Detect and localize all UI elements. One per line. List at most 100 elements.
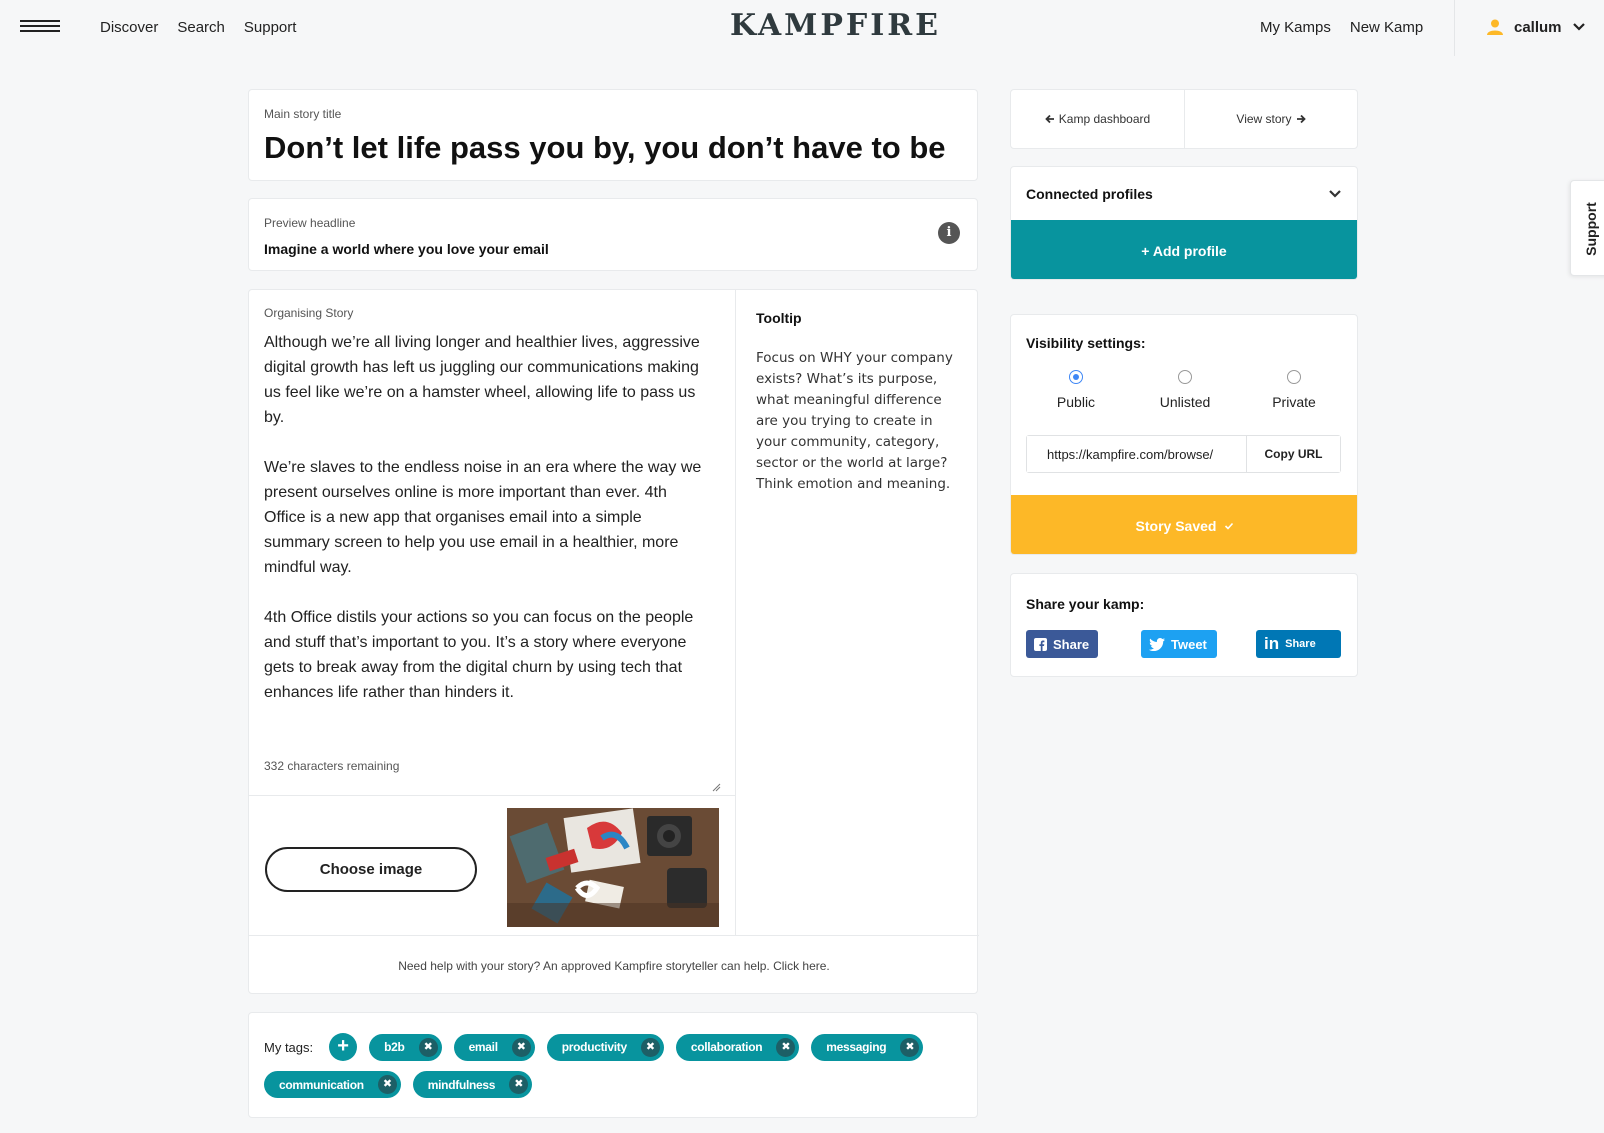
story-textarea[interactable]: Organising Story Although we’re all livi… <box>249 290 736 796</box>
chevron-down-icon <box>1329 189 1341 198</box>
visibility-title: Visibility settings: <box>1026 335 1146 351</box>
visibility-option-label: Public <box>1056 394 1096 410</box>
nav-support-link[interactable]: Support <box>244 19 297 36</box>
remove-tag-icon[interactable]: ✖ <box>776 1037 796 1057</box>
radio-unselected-icon[interactable] <box>1178 370 1192 384</box>
connected-profiles-toggle[interactable]: Connected profiles <box>1011 167 1357 220</box>
facebook-icon <box>1034 637 1047 651</box>
kamp-dashboard-label: Kamp dashboard <box>1058 112 1151 126</box>
nav-new-kamp-link[interactable]: New Kamp <box>1350 19 1423 36</box>
main-title-input[interactable]: Don’t let life pass you by, you don’t ha… <box>264 130 949 166</box>
info-icon[interactable]: i <box>938 222 960 244</box>
share-buttons: Share Tweet in Share <box>1026 630 1344 658</box>
twitter-tweet-button[interactable]: Tweet <box>1141 630 1217 658</box>
linkedin-icon: in <box>1264 634 1280 653</box>
remove-tag-icon[interactable]: ✖ <box>640 1037 660 1057</box>
remove-tag-icon[interactable]: ✖ <box>377 1075 397 1094</box>
visibility-option-label: Unlisted <box>1159 394 1211 410</box>
nav-my-kamps-link[interactable]: My Kamps <box>1260 19 1331 36</box>
tag-label: mindfulness <box>427 1077 496 1092</box>
image-row: Choose image <box>249 796 736 935</box>
tag-label: collaboration <box>690 1040 763 1054</box>
visibility-option-label: Private <box>1272 394 1316 410</box>
linkedin-share-button[interactable]: in Share <box>1256 630 1341 658</box>
story-label: Organising Story <box>264 306 354 320</box>
add-profile-button[interactable]: + Add profile <box>1011 220 1357 279</box>
user-avatar-icon <box>1487 19 1503 35</box>
tag-chip: b2b ✖ <box>369 1033 442 1061</box>
remove-tag-icon[interactable]: ✖ <box>900 1037 920 1057</box>
arrow-right-icon <box>1296 114 1306 124</box>
view-story-link[interactable]: View story <box>1184 90 1357 148</box>
checkmark-icon <box>1225 522 1234 530</box>
view-story-label: View story <box>1236 112 1292 126</box>
tag-label: email <box>468 1040 498 1054</box>
story-paragraph: We’re slaves to the endless noise in an … <box>264 459 702 576</box>
tags-label: My tags: <box>264 1039 314 1055</box>
add-tag-button[interactable]: + <box>329 1033 358 1061</box>
tag-chip: collaboration ✖ <box>675 1033 800 1061</box>
flatlay-photo <box>507 808 719 927</box>
nav-left: Discover Search Support <box>100 19 296 36</box>
story-text[interactable]: Although we’re all living longer and hea… <box>264 330 704 705</box>
storyteller-help-link[interactable]: Need help with your story? An approved K… <box>249 935 979 995</box>
facebook-share-button[interactable]: Share <box>1026 630 1098 658</box>
tag-chip: email ✖ <box>453 1033 535 1061</box>
tooltip-title: Tooltip <box>756 310 802 326</box>
preview-headline-card: Preview headline Imagine a world where y… <box>248 198 978 271</box>
nav-divider <box>1454 0 1455 56</box>
visibility-unlisted-option[interactable]: Unlisted <box>1135 370 1235 410</box>
resize-handle-icon[interactable] <box>711 782 721 792</box>
characters-remaining: 332 characters remaining <box>264 759 400 773</box>
chevron-down-icon <box>1572 23 1585 31</box>
support-side-tab[interactable]: Support <box>1570 180 1604 276</box>
user-name: callum <box>1514 18 1562 36</box>
support-tab-label: Support <box>1583 202 1599 256</box>
top-nav: Discover Search Support KAMPFIRE My Kamp… <box>0 0 1604 56</box>
tag-label: b2b <box>384 1040 405 1054</box>
story-url-field[interactable]: https://kampfire.com/browse/ <box>1027 436 1247 472</box>
tag-chip: communication ✖ <box>264 1071 401 1098</box>
main-title-card: Main story title Don’t let life pass you… <box>248 89 978 181</box>
radio-unselected-icon[interactable] <box>1287 370 1301 384</box>
story-saved-button[interactable]: Story Saved <box>1011 495 1357 554</box>
story-saved-label: Story Saved <box>1135 517 1217 534</box>
nav-right: My Kamps New Kamp <box>1260 19 1423 36</box>
tags-list: My tags: + b2b ✖ email ✖ productivity ✖ col… <box>264 1033 964 1098</box>
connected-profiles-title: Connected profiles <box>1026 185 1153 202</box>
nav-search-link[interactable]: Search <box>177 19 225 36</box>
hamburger-menu-icon[interactable] <box>20 20 60 34</box>
preview-headline-input[interactable]: Imagine a world where you love your emai… <box>264 241 962 257</box>
story-paragraph: 4th Office distils your actions so you c… <box>264 609 694 701</box>
connected-profiles-card: Connected profiles + Add profile <box>1010 166 1358 280</box>
remove-tag-icon[interactable]: ✖ <box>511 1037 531 1057</box>
remove-tag-icon[interactable]: ✖ <box>418 1037 438 1057</box>
story-url-row: https://kampfire.com/browse/ Copy URL <box>1026 435 1341 473</box>
facebook-share-label: Share <box>1053 636 1090 652</box>
visibility-public-option[interactable]: Public <box>1026 370 1126 410</box>
story-image-thumbnail <box>507 808 719 927</box>
preview-headline-label: Preview headline <box>264 216 356 230</box>
kampfire-logo[interactable]: KAMPFIRE <box>730 8 941 43</box>
twitter-icon <box>1149 637 1165 651</box>
remove-tag-icon[interactable]: ✖ <box>509 1075 529 1094</box>
kamp-dashboard-link[interactable]: Kamp dashboard <box>1011 90 1184 148</box>
radio-selected-icon[interactable] <box>1069 370 1083 384</box>
share-kamp-card: Share your kamp: Share Tweet in Share <box>1010 573 1358 677</box>
tag-chip: messaging ✖ <box>811 1033 924 1061</box>
tag-label: productivity <box>561 1040 627 1054</box>
tag-label: communication <box>279 1077 364 1092</box>
nav-discover-link[interactable]: Discover <box>100 19 158 36</box>
user-menu[interactable]: callum <box>1486 18 1586 36</box>
main-title-label: Main story title <box>264 107 342 121</box>
story-paragraph: Although we’re all living longer and hea… <box>264 334 700 426</box>
tag-label: messaging <box>826 1040 887 1054</box>
visibility-private-option[interactable]: Private <box>1244 370 1344 410</box>
choose-image-button[interactable]: Choose image <box>265 847 477 892</box>
tags-card: My tags: + b2b ✖ email ✖ productivity ✖ col… <box>248 1012 978 1118</box>
tooltip-text: Focus on WHY your company exists? What’s… <box>756 350 953 492</box>
share-title: Share your kamp: <box>1026 596 1145 612</box>
copy-url-button[interactable]: Copy URL <box>1247 436 1340 472</box>
tag-chip: mindfulness ✖ <box>412 1071 533 1098</box>
kamp-nav-card: Kamp dashboard View story <box>1010 89 1358 149</box>
